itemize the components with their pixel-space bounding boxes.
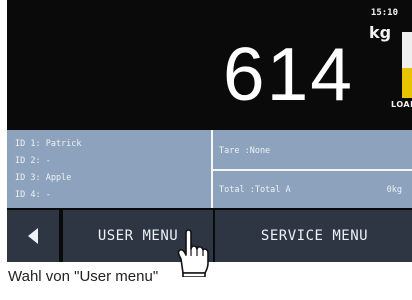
load-label: LOAD [391,100,412,109]
id-row: ID 3: Apple [15,173,72,183]
load-bar [402,32,412,98]
id-list: ID 1: Patrick ID 2: - ID 3: Apple ID 4: … [7,130,213,208]
back-button[interactable] [7,210,59,262]
id-row: ID 1: Patrick [15,139,82,149]
service-menu-button[interactable]: SERVICE MENU [213,210,412,262]
info-panel: ID 1: Patrick ID 2: - ID 3: Apple ID 4: … [7,130,412,208]
id-row: ID 4: - [15,190,51,200]
id-row: ID 2: - [15,156,51,166]
pointing-hand-icon [177,229,209,277]
load-bar-fill [402,68,412,98]
total-value: 0kg [386,185,402,195]
unit-label: kg [369,23,392,42]
caption: Wahl von "User menu" [8,268,159,285]
terminal-screen: 15:10 kg 614 LOAD ID 1: Patrick ID 2: - … [7,0,412,262]
arrow-left-icon [28,228,38,244]
clock: 15:10 [370,8,398,18]
divider [213,169,412,171]
weight-display: 614 [222,32,354,116]
tare-text: Tare :None [219,146,271,156]
total-text: Total :Total A [219,185,291,195]
